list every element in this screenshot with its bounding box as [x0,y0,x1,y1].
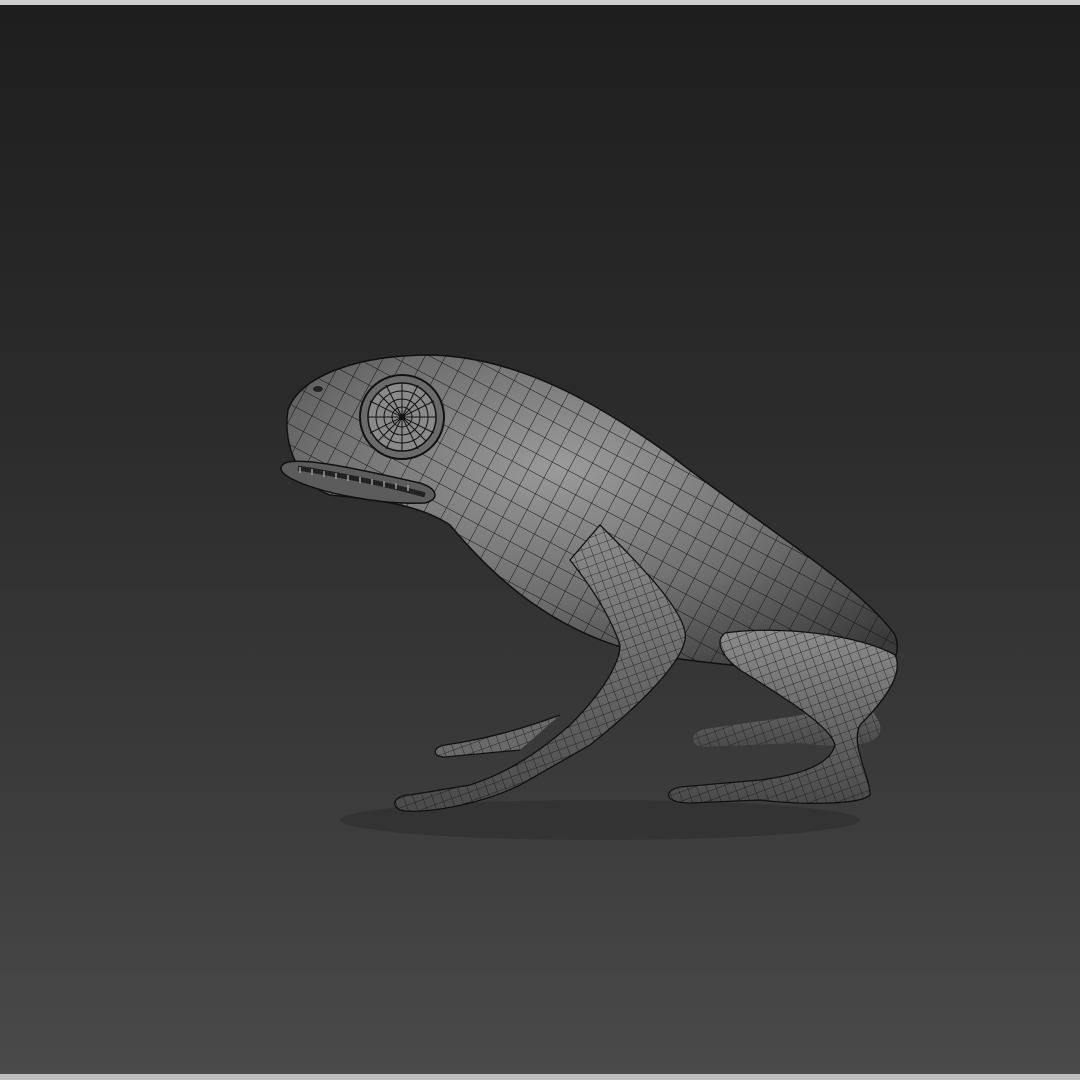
window-bottom-border [0,1074,1080,1080]
3d-viewport[interactable] [0,5,1080,1074]
frog-eye[interactable] [359,374,445,460]
frog-nostril [313,386,323,392]
frog-model[interactable] [280,354,898,840]
viewport-canvas[interactable] [0,5,1080,1074]
application-window [0,0,1080,1080]
